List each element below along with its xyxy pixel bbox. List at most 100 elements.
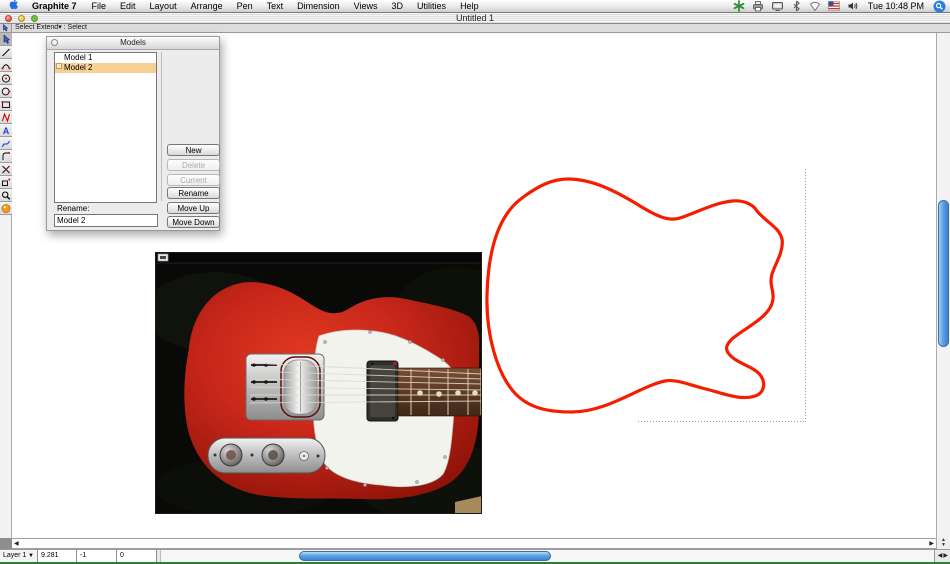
scrollbar-corner: [0, 538, 12, 549]
menu-arrange[interactable]: Arrange: [184, 0, 230, 12]
input-menu-flag-icon[interactable]: [828, 1, 840, 11]
menu-pen[interactable]: Pen: [230, 0, 260, 12]
arc-icon: [1, 60, 11, 71]
coordinate-field-z[interactable]: 0: [117, 550, 157, 562]
fillet-icon: [1, 151, 11, 162]
tool-select[interactable]: [0, 33, 12, 46]
desktop: Graphite 7 File Edit Layout Arrange Pen …: [0, 0, 950, 564]
spline-icon: [1, 138, 11, 149]
tool-spline[interactable]: [0, 137, 12, 150]
coordinate-field-y[interactable]: -1: [77, 550, 117, 562]
bluetooth-icon[interactable]: [791, 0, 802, 12]
menu-bar: Graphite 7 File Edit Layout Arrange Pen …: [0, 0, 950, 13]
palette-divider: [161, 52, 162, 201]
menu-edit[interactable]: Edit: [113, 0, 143, 12]
rename-button[interactable]: Rename: [167, 187, 220, 199]
menu-views[interactable]: Views: [347, 0, 385, 12]
chevron-down-icon: ▼: [28, 550, 34, 562]
new-button[interactable]: New: [167, 144, 220, 156]
active-tool-icon: [0, 24, 12, 32]
mode-bar: Select Extend▾ : Select: [0, 24, 950, 33]
tool-ellipse[interactable]: [0, 85, 12, 98]
leaf-icon[interactable]: [733, 0, 745, 12]
page-boundary-guides: [638, 169, 806, 422]
list-item-model-2[interactable]: Model 2: [55, 63, 156, 73]
scroll-right-arrow-icon[interactable]: ▶: [929, 540, 934, 547]
circle-icon: [1, 73, 11, 84]
vertical-scroll-arrows[interactable]: ▲▼: [936, 538, 950, 549]
offset-icon: [1, 177, 11, 188]
menu-text[interactable]: Text: [260, 0, 291, 12]
coordinate-field-x[interactable]: 9.281: [38, 550, 77, 562]
model-list[interactable]: Model 1 Model 2: [54, 52, 157, 203]
move-down-button[interactable]: Move Down: [167, 216, 220, 228]
tool-line[interactable]: [0, 46, 12, 59]
spotlight-icon[interactable]: [933, 0, 946, 13]
models-palette: Models Model 1 Model 2 New Delete Curren…: [46, 36, 220, 231]
svg-text:A: A: [3, 125, 10, 135]
guitar-photo: [155, 252, 482, 514]
menu-dimension[interactable]: Dimension: [290, 0, 347, 12]
tool-arc[interactable]: [0, 59, 12, 72]
drawing-layer: [480, 165, 820, 435]
tool-rectangle[interactable]: [0, 98, 12, 111]
rename-input[interactable]: [54, 214, 158, 227]
tool-palette: A: [0, 33, 12, 538]
horizontal-scrollbar[interactable]: [160, 550, 935, 562]
current-model-icon: [56, 63, 62, 69]
volume-icon[interactable]: [847, 0, 859, 12]
trim-icon: [1, 164, 11, 175]
layer-selector[interactable]: Layer 1▼: [0, 550, 38, 562]
move-up-button[interactable]: Move Up: [167, 202, 220, 214]
line-icon: [1, 47, 11, 58]
menu-clock[interactable]: Tue 10:48 PM: [866, 1, 926, 11]
mode-text: Select Extend▾ : Select: [15, 24, 87, 32]
image-window[interactable]: [155, 252, 482, 514]
tool-circle[interactable]: [0, 72, 12, 85]
rename-label: Rename:: [57, 204, 89, 213]
menu-utilities[interactable]: Utilities: [410, 0, 453, 12]
tool-fillet[interactable]: [0, 150, 12, 163]
airport-icon[interactable]: [809, 0, 821, 12]
models-palette-title: Models: [120, 38, 146, 47]
vertical-scrollbar-thumb[interactable]: [938, 200, 949, 347]
windowshade-widget-icon[interactable]: [158, 254, 168, 261]
scroll-left-arrow-icon[interactable]: ◀: [14, 540, 19, 547]
window-title-bar[interactable]: Untitled 1: [0, 13, 950, 24]
traced-model-outline[interactable]: [487, 179, 782, 412]
window-title: Untitled 1: [0, 13, 950, 23]
vertical-scrollbar[interactable]: [936, 33, 950, 538]
apple-menu[interactable]: [0, 0, 24, 13]
tool-text[interactable]: A: [0, 124, 12, 137]
polyline-icon: [1, 112, 11, 123]
tool-zoom[interactable]: [0, 189, 12, 202]
tool-offset[interactable]: [0, 176, 12, 189]
menu-extras: Tue 10:48 PM: [733, 0, 950, 13]
menu-layout[interactable]: Layout: [143, 0, 184, 12]
printer-icon[interactable]: [752, 0, 764, 12]
palette-close-button[interactable]: [51, 39, 58, 46]
text-icon: A: [1, 125, 11, 136]
menu-help[interactable]: Help: [453, 0, 486, 12]
magnifier-icon: [1, 190, 11, 201]
select-arrow-icon: [1, 34, 11, 45]
list-item-model-1[interactable]: Model 1: [55, 53, 156, 63]
horizontal-scrollbar-thumb[interactable]: [299, 551, 551, 561]
current-button: Current: [167, 174, 220, 186]
tool-shade[interactable]: [0, 202, 12, 215]
tool-trim[interactable]: [0, 163, 12, 176]
ellipse-icon: [1, 86, 11, 97]
display-icon[interactable]: [771, 0, 784, 12]
app-menu-graphite[interactable]: Graphite 7: [24, 0, 85, 12]
delete-button: Delete: [167, 159, 220, 171]
shaded-sphere-icon: [1, 203, 11, 214]
menu-file[interactable]: File: [85, 0, 114, 12]
menu-3d[interactable]: 3D: [385, 0, 411, 12]
horizontal-scroll-arrows[interactable]: ◀▶: [938, 552, 949, 559]
tool-polyline[interactable]: [0, 111, 12, 124]
status-bar: Layer 1▼ 9.281 -1 0 ◀▶: [0, 549, 950, 562]
rectangle-icon: [1, 99, 11, 110]
pane-scrollbar[interactable]: ◀ ▶: [12, 538, 936, 549]
models-palette-title-bar[interactable]: Models: [47, 37, 219, 50]
apple-icon: [9, 0, 18, 10]
